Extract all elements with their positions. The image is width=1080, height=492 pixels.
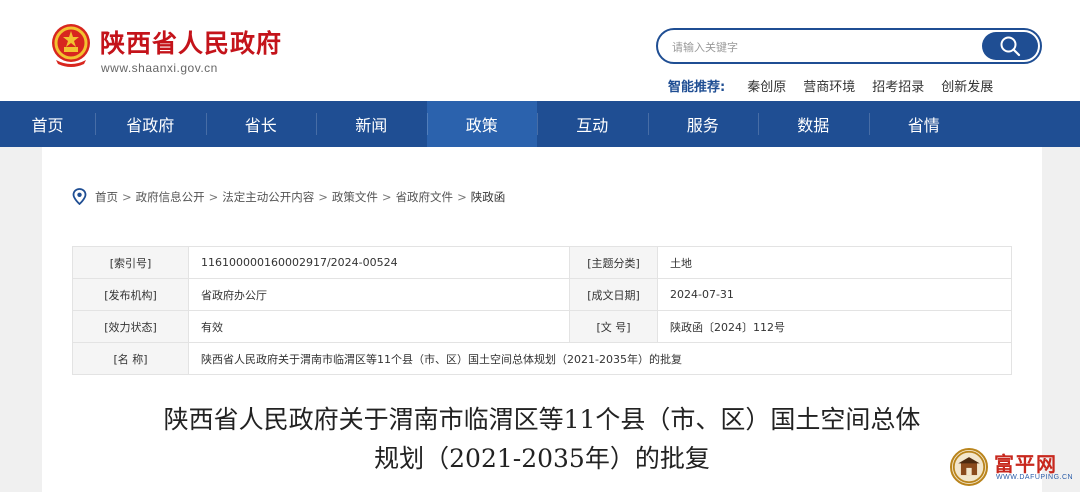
breadcrumb-province-docs[interactable]: 省政府文件 xyxy=(396,189,454,205)
meta-label-publisher: [发布机构] xyxy=(72,278,189,311)
meta-label-date: [成文日期] xyxy=(569,278,658,311)
article-title-line: 陕西省人民政府关于渭南市临渭区等11个县（市、区）国土空间总体 xyxy=(163,405,921,434)
recommend-label: 智能推荐: xyxy=(668,80,726,95)
meta-label-name: [名 称] xyxy=(72,342,189,375)
article-title-line: 规划（2021-2035年）的批复 xyxy=(374,444,710,473)
breadcrumb: 首页 > 政府信息公开 > 法定主动公开内容 > 政策文件 > 省政府文件 > … xyxy=(72,188,505,205)
meta-value-publisher: 省政府办公厅 xyxy=(188,278,570,311)
nav-item-policy[interactable]: 政策 xyxy=(426,101,537,147)
watermark: 富平网 WWW.DAFUPING.CN xyxy=(950,448,1075,490)
breadcrumb-separator: > xyxy=(122,189,132,204)
document-meta-table: [索引号] 116100000160002917/2024-00524 [主题分… xyxy=(72,246,1012,375)
search-button[interactable] xyxy=(982,32,1038,60)
recommend-item[interactable]: 秦创原 xyxy=(747,76,786,95)
search-icon xyxy=(1000,36,1021,57)
search-input[interactable] xyxy=(672,37,972,57)
meta-value-status: 有效 xyxy=(188,310,570,343)
national-emblem-icon[interactable] xyxy=(50,22,92,68)
nav-item-service[interactable]: 服务 xyxy=(647,101,759,147)
recommend-item[interactable]: 创新发展 xyxy=(941,76,993,95)
breadcrumb-separator: > xyxy=(457,189,467,204)
nav-item-home[interactable]: 首页 xyxy=(0,101,95,147)
table-row: [效力状态] 有效 [文 号] 陕政函〔2024〕112号 xyxy=(72,310,1012,343)
breadcrumb-statutory[interactable]: 法定主动公开内容 xyxy=(222,189,314,205)
breadcrumb-home[interactable]: 首页 xyxy=(95,189,118,205)
meta-label-index: [索引号] xyxy=(72,246,189,279)
breadcrumb-policy-docs[interactable]: 政策文件 xyxy=(332,189,378,205)
breadcrumb-gov-info[interactable]: 政府信息公开 xyxy=(136,189,205,205)
content-panel: 首页 > 政府信息公开 > 法定主动公开内容 > 政策文件 > 省政府文件 > … xyxy=(42,147,1042,492)
breadcrumb-separator: > xyxy=(381,189,392,204)
meta-label-status: [效力状态] xyxy=(72,310,189,343)
watermark-domain: WWW.DAFUPING.CN xyxy=(996,474,1074,481)
breadcrumb-separator: > xyxy=(318,189,328,204)
article-title: 陕西省人民政府关于渭南市临渭区等11个县（市、区）国土空间总体 规划（2021-… xyxy=(42,400,1042,478)
nav-item-government[interactable]: 省政府 xyxy=(95,101,206,147)
meta-value-name: 陕西省人民政府关于渭南市临渭区等11个县（市、区）国土空间总体规划（2021-2… xyxy=(188,342,1012,375)
location-pin-icon xyxy=(72,188,87,205)
meta-value-index: 116100000160002917/2024-00524 xyxy=(188,246,570,279)
search-box xyxy=(656,28,1042,64)
site-header: 陕西省人民政府 www.shaanxi.gov.cn 智能推荐: 秦创原 营商环… xyxy=(0,0,1080,101)
recommend-row: 智能推荐: 秦创原 营商环境 招考招录 创新发展 xyxy=(668,76,1010,95)
table-row: [名 称] 陕西省人民政府关于渭南市临渭区等11个县（市、区）国土空间总体规划（… xyxy=(72,342,1012,375)
nav-item-data[interactable]: 数据 xyxy=(758,101,869,147)
nav-item-governor[interactable]: 省长 xyxy=(205,101,317,147)
nav-item-interaction[interactable]: 互动 xyxy=(537,101,648,147)
breadcrumb-current[interactable]: 陕政函 xyxy=(471,189,506,205)
meta-label-docno: [文 号] xyxy=(569,310,658,343)
breadcrumb-separator: > xyxy=(208,189,219,204)
recommend-item[interactable]: 招考招录 xyxy=(872,76,924,95)
meta-value-date: 2024-07-31 xyxy=(657,278,1012,311)
watermark-gate-icon xyxy=(950,448,988,486)
main-nav: 首页 省政府 省长 新闻 政策 互动 服务 数据 省情 xyxy=(0,101,1080,147)
table-row: [发布机构] 省政府办公厅 [成文日期] 2024-07-31 xyxy=(72,278,1012,311)
site-domain: www.shaanxi.gov.cn xyxy=(101,61,218,75)
site-name[interactable]: 陕西省人民政府 xyxy=(100,24,282,60)
table-row: [索引号] 116100000160002917/2024-00524 [主题分… xyxy=(72,246,1012,279)
watermark-text: 富平网 xyxy=(994,452,1057,476)
nav-item-news[interactable]: 新闻 xyxy=(316,101,427,147)
meta-label-topic: [主题分类] xyxy=(569,246,658,279)
meta-value-docno: 陕政函〔2024〕112号 xyxy=(657,310,1012,343)
meta-value-topic: 土地 xyxy=(657,246,1012,279)
recommend-item[interactable]: 营商环境 xyxy=(803,76,855,95)
nav-item-province-info[interactable]: 省情 xyxy=(868,101,980,147)
